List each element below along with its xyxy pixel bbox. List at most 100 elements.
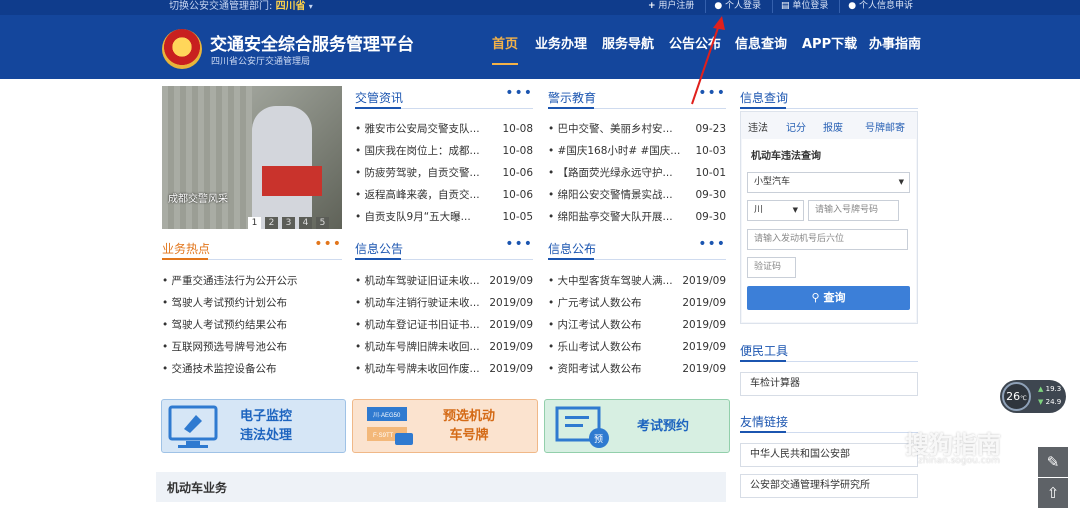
site-title[interactable]: 交通安全综合服务管理平台 bbox=[210, 30, 414, 55]
search-icon: ⚲ bbox=[811, 291, 820, 304]
motor-vehicle-title[interactable]: 机动车业务 bbox=[167, 479, 227, 496]
captcha-input[interactable]: 验证码 bbox=[747, 257, 796, 278]
list-item[interactable]: • 交通技术监控设备公布 bbox=[162, 358, 342, 380]
list-item[interactable]: • 防疲劳驾驶，自贡交警... 10-06 bbox=[355, 162, 533, 184]
list-item[interactable]: • 【路面荧光绿永远守护... 10-01 bbox=[548, 162, 726, 184]
tab-plate-mail[interactable]: 号牌邮寄 bbox=[865, 119, 905, 134]
list-item[interactable]: • 国庆我在岗位上：成都... 10-08 bbox=[355, 140, 533, 162]
list-item[interactable]: • 内江考试人数公布 2019/09 bbox=[548, 314, 726, 336]
more-icon[interactable]: ••• bbox=[314, 236, 342, 252]
section-title[interactable]: 便民工具 bbox=[740, 342, 788, 359]
section-title[interactable]: 警示教育 bbox=[548, 89, 596, 106]
item-date: 2019/09 bbox=[682, 363, 726, 375]
section-title[interactable]: 信息公告 bbox=[355, 240, 403, 257]
carousel-page[interactable]: 4 bbox=[299, 217, 312, 229]
personal-login-link[interactable]: ● 个人登录 bbox=[705, 0, 769, 13]
list-item[interactable]: • 广元考试人数公布 2019/09 bbox=[548, 292, 726, 314]
plate-number-input[interactable]: 请输入号牌号码 bbox=[808, 200, 899, 221]
list-item[interactable]: • 互联网预选号牌号池公布 bbox=[162, 336, 342, 358]
register-link[interactable]: + 用户注册 bbox=[640, 0, 702, 13]
list-item[interactable]: • #国庆168小时# #国庆... 10-03 bbox=[548, 140, 726, 162]
engine-number-input[interactable]: 请输入发动机号后六位 bbox=[747, 229, 908, 250]
feedback-edit-button[interactable]: ✎ bbox=[1038, 447, 1068, 477]
list-item[interactable]: • 返程高峰来袭，自贡交... 10-06 bbox=[355, 184, 533, 206]
list-item[interactable]: • 机动车号牌未收回作废... 2019/09 bbox=[355, 358, 533, 380]
item-text: 严重交通违法行为公开公示 bbox=[171, 275, 298, 287]
more-icon[interactable]: ••• bbox=[505, 236, 533, 252]
tab-scrap[interactable]: 报废 bbox=[823, 119, 843, 134]
list-item[interactable]: • 自贡支队9月“五大曝... 10-05 bbox=[355, 206, 533, 228]
nav-business[interactable]: 业务办理 bbox=[535, 33, 587, 52]
list-item[interactable]: • 驾驶人考试预约计划公布 bbox=[162, 292, 342, 314]
sogou-watermark-url: zhinan.sogou.com bbox=[918, 456, 1000, 466]
list-item[interactable]: • 机动车号牌旧牌未收回... 2019/09 bbox=[355, 336, 533, 358]
back-to-top-button[interactable]: ⇧ bbox=[1038, 478, 1068, 508]
link-ministry-public-security[interactable]: 中华人民共和国公安部 bbox=[740, 443, 918, 467]
department-switcher[interactable]: 切换公安交通管理部门: 四川省 ▾ bbox=[169, 0, 313, 13]
tile-plate-preselect[interactable]: 川·AEG50 F·S9TT 预选机动 车号牌 bbox=[352, 399, 538, 453]
appeal-link[interactable]: ● 个人信息申诉 bbox=[839, 0, 921, 13]
nav-service-guide[interactable]: 服务导航 bbox=[602, 33, 654, 52]
nav-app-download[interactable]: APP下载 bbox=[802, 33, 857, 52]
news-carousel[interactable]: 成都交警风采 bbox=[162, 86, 342, 229]
tool-vehicle-inspection-calculator[interactable]: 车检计算器 bbox=[740, 372, 918, 396]
section-title[interactable]: 交管资讯 bbox=[355, 89, 403, 106]
item-date: 2019/09 bbox=[682, 297, 726, 309]
unit-login-link[interactable]: ▤ 单位登录 bbox=[771, 0, 836, 13]
low-value: 24.9 bbox=[1045, 398, 1062, 406]
section-title[interactable]: 友情链接 bbox=[740, 413, 788, 430]
more-icon[interactable]: ••• bbox=[698, 85, 726, 101]
section-title[interactable]: 业务热点 bbox=[162, 240, 210, 257]
section-title[interactable]: 信息公布 bbox=[548, 240, 596, 257]
nav-home[interactable]: 首页 bbox=[492, 33, 518, 52]
list-item[interactable]: • 巴中交警、美丽乡村安... 09-23 bbox=[548, 118, 726, 140]
item-text: 巴中交警、美丽乡村安... bbox=[557, 123, 673, 135]
carousel-page[interactable]: 2 bbox=[265, 217, 278, 229]
tile-exam-appointment[interactable]: 预 考试预约 bbox=[544, 399, 730, 453]
item-text: 国庆我在岗位上：成都... bbox=[364, 145, 480, 157]
section-underline bbox=[355, 107, 401, 109]
item-text: 交通技术监控设备公布 bbox=[171, 363, 277, 375]
tile-electronic-monitoring[interactable]: 电子监控 违法处理 bbox=[161, 399, 346, 453]
search-button[interactable]: ⚲ 查询 bbox=[747, 286, 910, 310]
nav-guide[interactable]: 办事指南 bbox=[869, 33, 921, 52]
list-item[interactable]: • 雅安市公安局交警支队... 10-08 bbox=[355, 118, 533, 140]
list-item[interactable]: • 绵阳盐亭交警大队开展... 09-30 bbox=[548, 206, 726, 228]
carousel-page[interactable]: 3 bbox=[282, 217, 295, 229]
section-title[interactable]: 信息查询 bbox=[740, 89, 788, 106]
caret-down-icon: ▼ bbox=[898, 178, 904, 186]
police-emblem-logo[interactable] bbox=[162, 29, 202, 69]
link-traffic-research-institute[interactable]: 公安部交通管理科学研究所 bbox=[740, 474, 918, 498]
item-text: 机动车号牌旧牌未收回... bbox=[364, 341, 480, 353]
province-select[interactable]: 四川省 bbox=[276, 1, 306, 12]
item-text: 绵阳盐亭交警大队开展... bbox=[557, 211, 673, 223]
carousel-page[interactable]: 1 bbox=[248, 217, 261, 229]
nav-info-query[interactable]: 信息查询 bbox=[735, 33, 787, 52]
item-date: 09-30 bbox=[695, 189, 726, 201]
item-date: 09-23 bbox=[695, 123, 726, 135]
list-item[interactable]: • 驾驶人考试预约结果公布 bbox=[162, 314, 342, 336]
item-text: 机动车驾驶证旧证未收... bbox=[364, 275, 480, 287]
tile-line: 车号牌 bbox=[449, 428, 489, 443]
list-item[interactable]: • 机动车注销行驶证未收... 2019/09 bbox=[355, 292, 533, 314]
more-icon[interactable]: ••• bbox=[698, 236, 726, 252]
province-prefix-select[interactable]: 川 ▼ bbox=[747, 200, 804, 221]
edit-icon: ✎ bbox=[1046, 453, 1060, 471]
tab-points[interactable]: 记分 bbox=[786, 119, 806, 134]
list-item[interactable]: • 严重交通违法行为公开公示 bbox=[162, 270, 342, 292]
carousel-page[interactable]: 5 bbox=[316, 217, 329, 229]
list-item[interactable]: • 大中型客货车驾驶人满... 2019/09 bbox=[548, 270, 726, 292]
list-item[interactable]: • 机动车登记证书旧证书... 2019/09 bbox=[355, 314, 533, 336]
vehicle-type-select[interactable]: 小型汽车 ▼ bbox=[747, 172, 910, 193]
list-item[interactable]: • 资阳考试人数公布 2019/09 bbox=[548, 358, 726, 380]
list-item[interactable]: • 绵阳公安交警情景实战... 09-30 bbox=[548, 184, 726, 206]
item-text: #国庆168小时# #国庆... bbox=[557, 145, 681, 157]
plus-icon: + bbox=[648, 1, 656, 11]
list-item[interactable]: • 机动车驾驶证旧证未收... 2019/09 bbox=[355, 270, 533, 292]
more-icon[interactable]: ••• bbox=[505, 85, 533, 101]
list-item[interactable]: • 乐山考试人数公布 2019/09 bbox=[548, 336, 726, 358]
section-underline bbox=[740, 360, 786, 362]
plate-text: 川·AEG50 bbox=[373, 412, 401, 419]
tab-violation[interactable]: 违法 bbox=[748, 119, 768, 134]
weather-widget[interactable]: 26℃ ▲ 19.3 ▼ 24.9 bbox=[1000, 380, 1066, 413]
